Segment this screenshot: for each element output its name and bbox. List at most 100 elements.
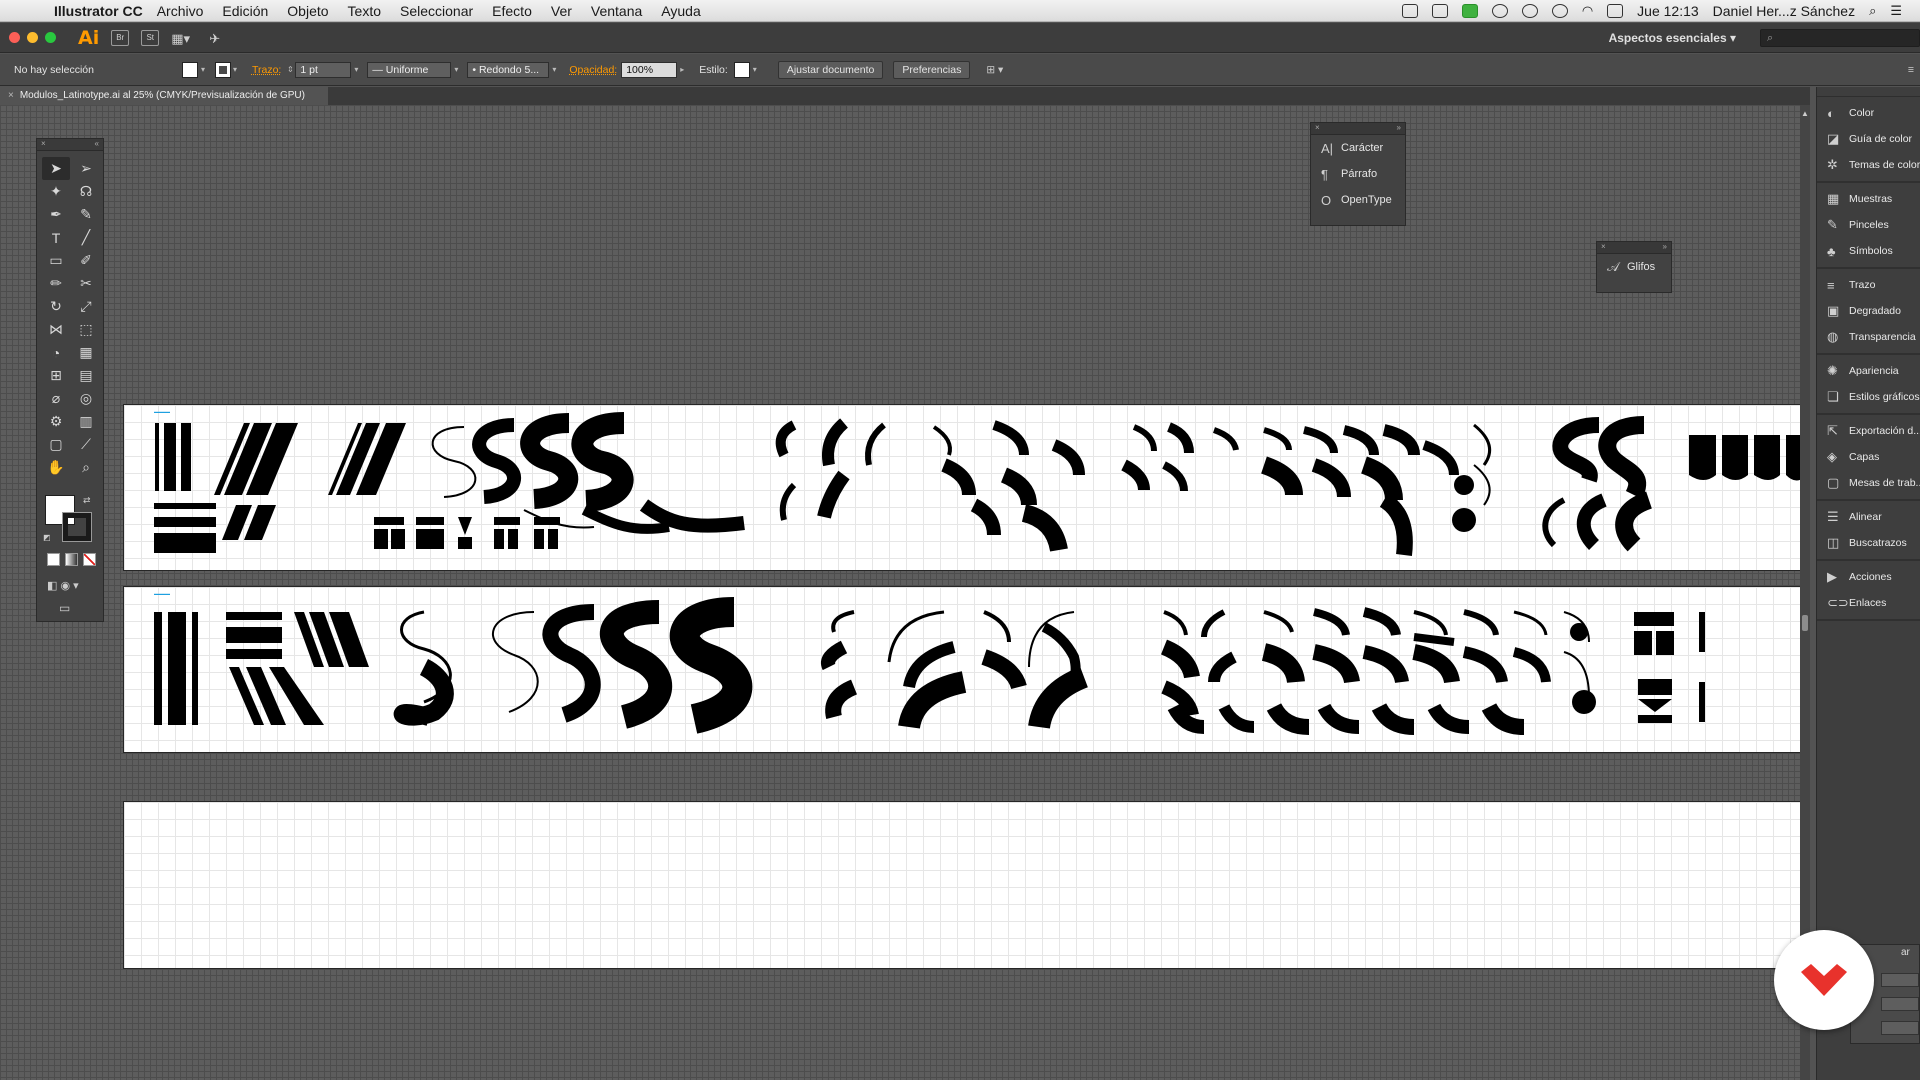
workspace-switcher[interactable]: Aspectos esenciales ▾ [1609,31,1736,45]
brush-definition[interactable]: • Redondo 5... [467,61,550,78]
menu-archivo[interactable]: Archivo [157,3,204,19]
shaper-tool-icon[interactable]: ✏ [42,272,70,295]
close-window-button[interactable] [9,32,20,43]
search-input[interactable]: ⌕ [1760,28,1920,47]
profile-dropdown-icon[interactable]: ▾ [451,65,461,74]
hand-tool-icon[interactable]: ✋ [42,456,70,479]
dock-item-artboards[interactable]: ▢ Mesas de trab... [1817,470,1920,496]
spotlight-icon[interactable]: ⌕ [1869,3,1876,19]
rectangle-tool-icon[interactable]: ▭ [42,249,70,272]
mesh-tool-icon[interactable]: ⊞ [42,364,70,387]
brush-dropdown-icon[interactable]: ▾ [549,65,559,74]
blend-tool-icon[interactable]: ◎ [72,387,100,410]
menu-seleccionar[interactable]: Seleccionar [400,3,473,19]
expand-panel-icon[interactable]: » [1397,123,1401,134]
close-panel-icon[interactable]: × [1315,123,1320,134]
menu-ver[interactable]: Ver [551,3,572,19]
color-mode-icon[interactable] [47,553,60,566]
menu-texto[interactable]: Texto [348,3,381,19]
opacity-arrow-icon[interactable]: ▸ [677,65,687,74]
opacity-label[interactable]: Opacidad: [569,64,617,76]
scale-tool-icon[interactable]: ⤢ [72,295,100,318]
drawing-modes-icon[interactable]: ◧ ◉ ▾ [47,579,79,592]
column-graph-tool-icon[interactable]: ▥ [72,410,100,433]
scroll-up-icon[interactable]: ▲ [1801,109,1809,118]
close-panel-icon[interactable]: × [41,139,46,150]
artboard-1[interactable]: ▬▬▬▬ [123,404,1800,571]
partial-panel-field[interactable] [1881,973,1919,987]
zoom-tool-icon[interactable]: ⌕ [72,456,100,479]
dock-item-graphic-styles[interactable]: ❏ Estilos gráficos [1817,384,1920,410]
panel-item-caracter[interactable]: A| Carácter [1311,135,1405,161]
dock-grip[interactable] [1817,87,1920,97]
partial-panel-field[interactable] [1881,1021,1919,1035]
dock-item-color-guide[interactable]: ◪ Guía de color [1817,126,1920,152]
rotate-tool-icon[interactable]: ↻ [42,295,70,318]
document-tab[interactable]: × Modulos_Latinotype.ai al 25% (CMYK/Prev… [0,87,328,105]
width-tool-icon[interactable]: ⋈ [42,318,70,341]
dock-item-appearance[interactable]: ✺ Apariencia [1817,358,1920,384]
curvature-tool-icon[interactable]: ✎ [72,203,100,226]
close-tab-icon[interactable]: × [8,90,14,101]
type-panel-header[interactable]: ×» [1311,123,1405,135]
dock-item-layers[interactable]: ◈ Capas [1817,444,1920,470]
stroke-weight-dropdown-icon[interactable]: ▾ [351,65,361,74]
stroke-dropdown-icon[interactable]: ▾ [230,65,240,74]
gpu-performance-icon[interactable]: ✈ [209,31,235,46]
collapse-panel-icon[interactable]: « [95,139,99,150]
bridge-button[interactable]: Br [111,29,130,46]
record-icon[interactable] [1521,3,1538,18]
paintbrush-tool-icon[interactable]: ✐ [72,249,100,272]
free-transform-tool-icon[interactable]: ⬚ [72,318,100,341]
scissors-tool-icon[interactable]: ✂ [72,272,100,295]
dock-item-actions[interactable]: ▶ Acciones [1817,564,1920,590]
gradient-mode-icon[interactable] [65,553,78,566]
menu-ventana[interactable]: Ventana [591,3,642,19]
dock-item-brushes[interactable]: ✎ Pinceles [1817,212,1920,238]
partial-panel-field[interactable] [1881,997,1919,1011]
magic-wand-tool-icon[interactable]: ✦ [42,180,70,203]
default-colors-icon[interactable]: ◩ [43,533,51,542]
artboard-tool-icon[interactable]: ▢ [42,433,70,456]
opacity-field[interactable]: 100% [621,61,678,78]
artboard-2[interactable]: ▬▬▬▬ [123,586,1800,753]
calendar-icon[interactable] [1607,3,1624,18]
dock-item-links[interactable]: ⊂⊃ Enlaces [1817,590,1920,616]
menu-ayuda[interactable]: Ayuda [661,3,700,19]
graphic-style-dropdown-icon[interactable]: ▾ [750,65,760,74]
artboard-3[interactable] [123,801,1800,969]
shape-builder-tool-icon[interactable]: ◔ [42,341,70,364]
expand-panel-icon[interactable]: » [1663,242,1667,253]
bluetooth-icon[interactable] [1551,3,1568,18]
dock-item-symbols[interactable]: ♣ Símbolos [1817,238,1920,264]
pen-tool-icon[interactable]: ✒ [42,203,70,226]
menu-efecto[interactable]: Efecto [492,3,532,19]
clock[interactable]: Jue 12:13 [1637,3,1699,19]
variable-width-profile[interactable]: — Uniforme [367,61,452,78]
scrollbar-thumb[interactable] [1802,615,1808,631]
cloud-icon[interactable] [1491,3,1508,18]
dock-item-stroke[interactable]: ≡ Trazo [1817,272,1920,298]
line-segment-tool-icon[interactable]: ╱ [72,226,100,249]
maximize-window-button[interactable] [45,32,56,43]
screen-mode-icon[interactable]: ▭ [59,601,70,615]
panel-menu-icon[interactable]: ≡ [1908,64,1914,76]
dock-item-color-themes[interactable]: ✲ Temas de color [1817,152,1920,178]
eyedropper-tool-icon[interactable]: ⌀ [42,387,70,410]
panel-item-glifos[interactable]: 𝒜 Glifos [1597,254,1671,280]
dock-item-pathfinder[interactable]: ◫ Buscatrazos [1817,530,1920,556]
menu-edicion[interactable]: Edición [222,3,268,19]
sync-icon[interactable] [1401,3,1418,18]
stroke-weight-field[interactable]: 1 pt [295,61,352,78]
transform-icon[interactable]: ⊞ ▾ [986,64,1003,76]
perspective-grid-tool-icon[interactable]: ▦ [72,341,100,364]
arrange-documents-icon[interactable]: ▦▾ [171,31,197,46]
glyphs-panel-header[interactable]: ×» [1597,242,1671,254]
type-tool-icon[interactable]: T [42,226,70,249]
menu-list-icon[interactable]: ☰ [1890,3,1902,19]
stock-button[interactable]: St [141,29,160,46]
wifi-icon[interactable]: ◠ [1582,3,1593,19]
swap-fill-stroke-icon[interactable]: ⇄ [83,495,91,506]
stroke-label[interactable]: Trazo: [252,64,281,76]
preferences-button[interactable]: Preferencias [893,60,971,79]
